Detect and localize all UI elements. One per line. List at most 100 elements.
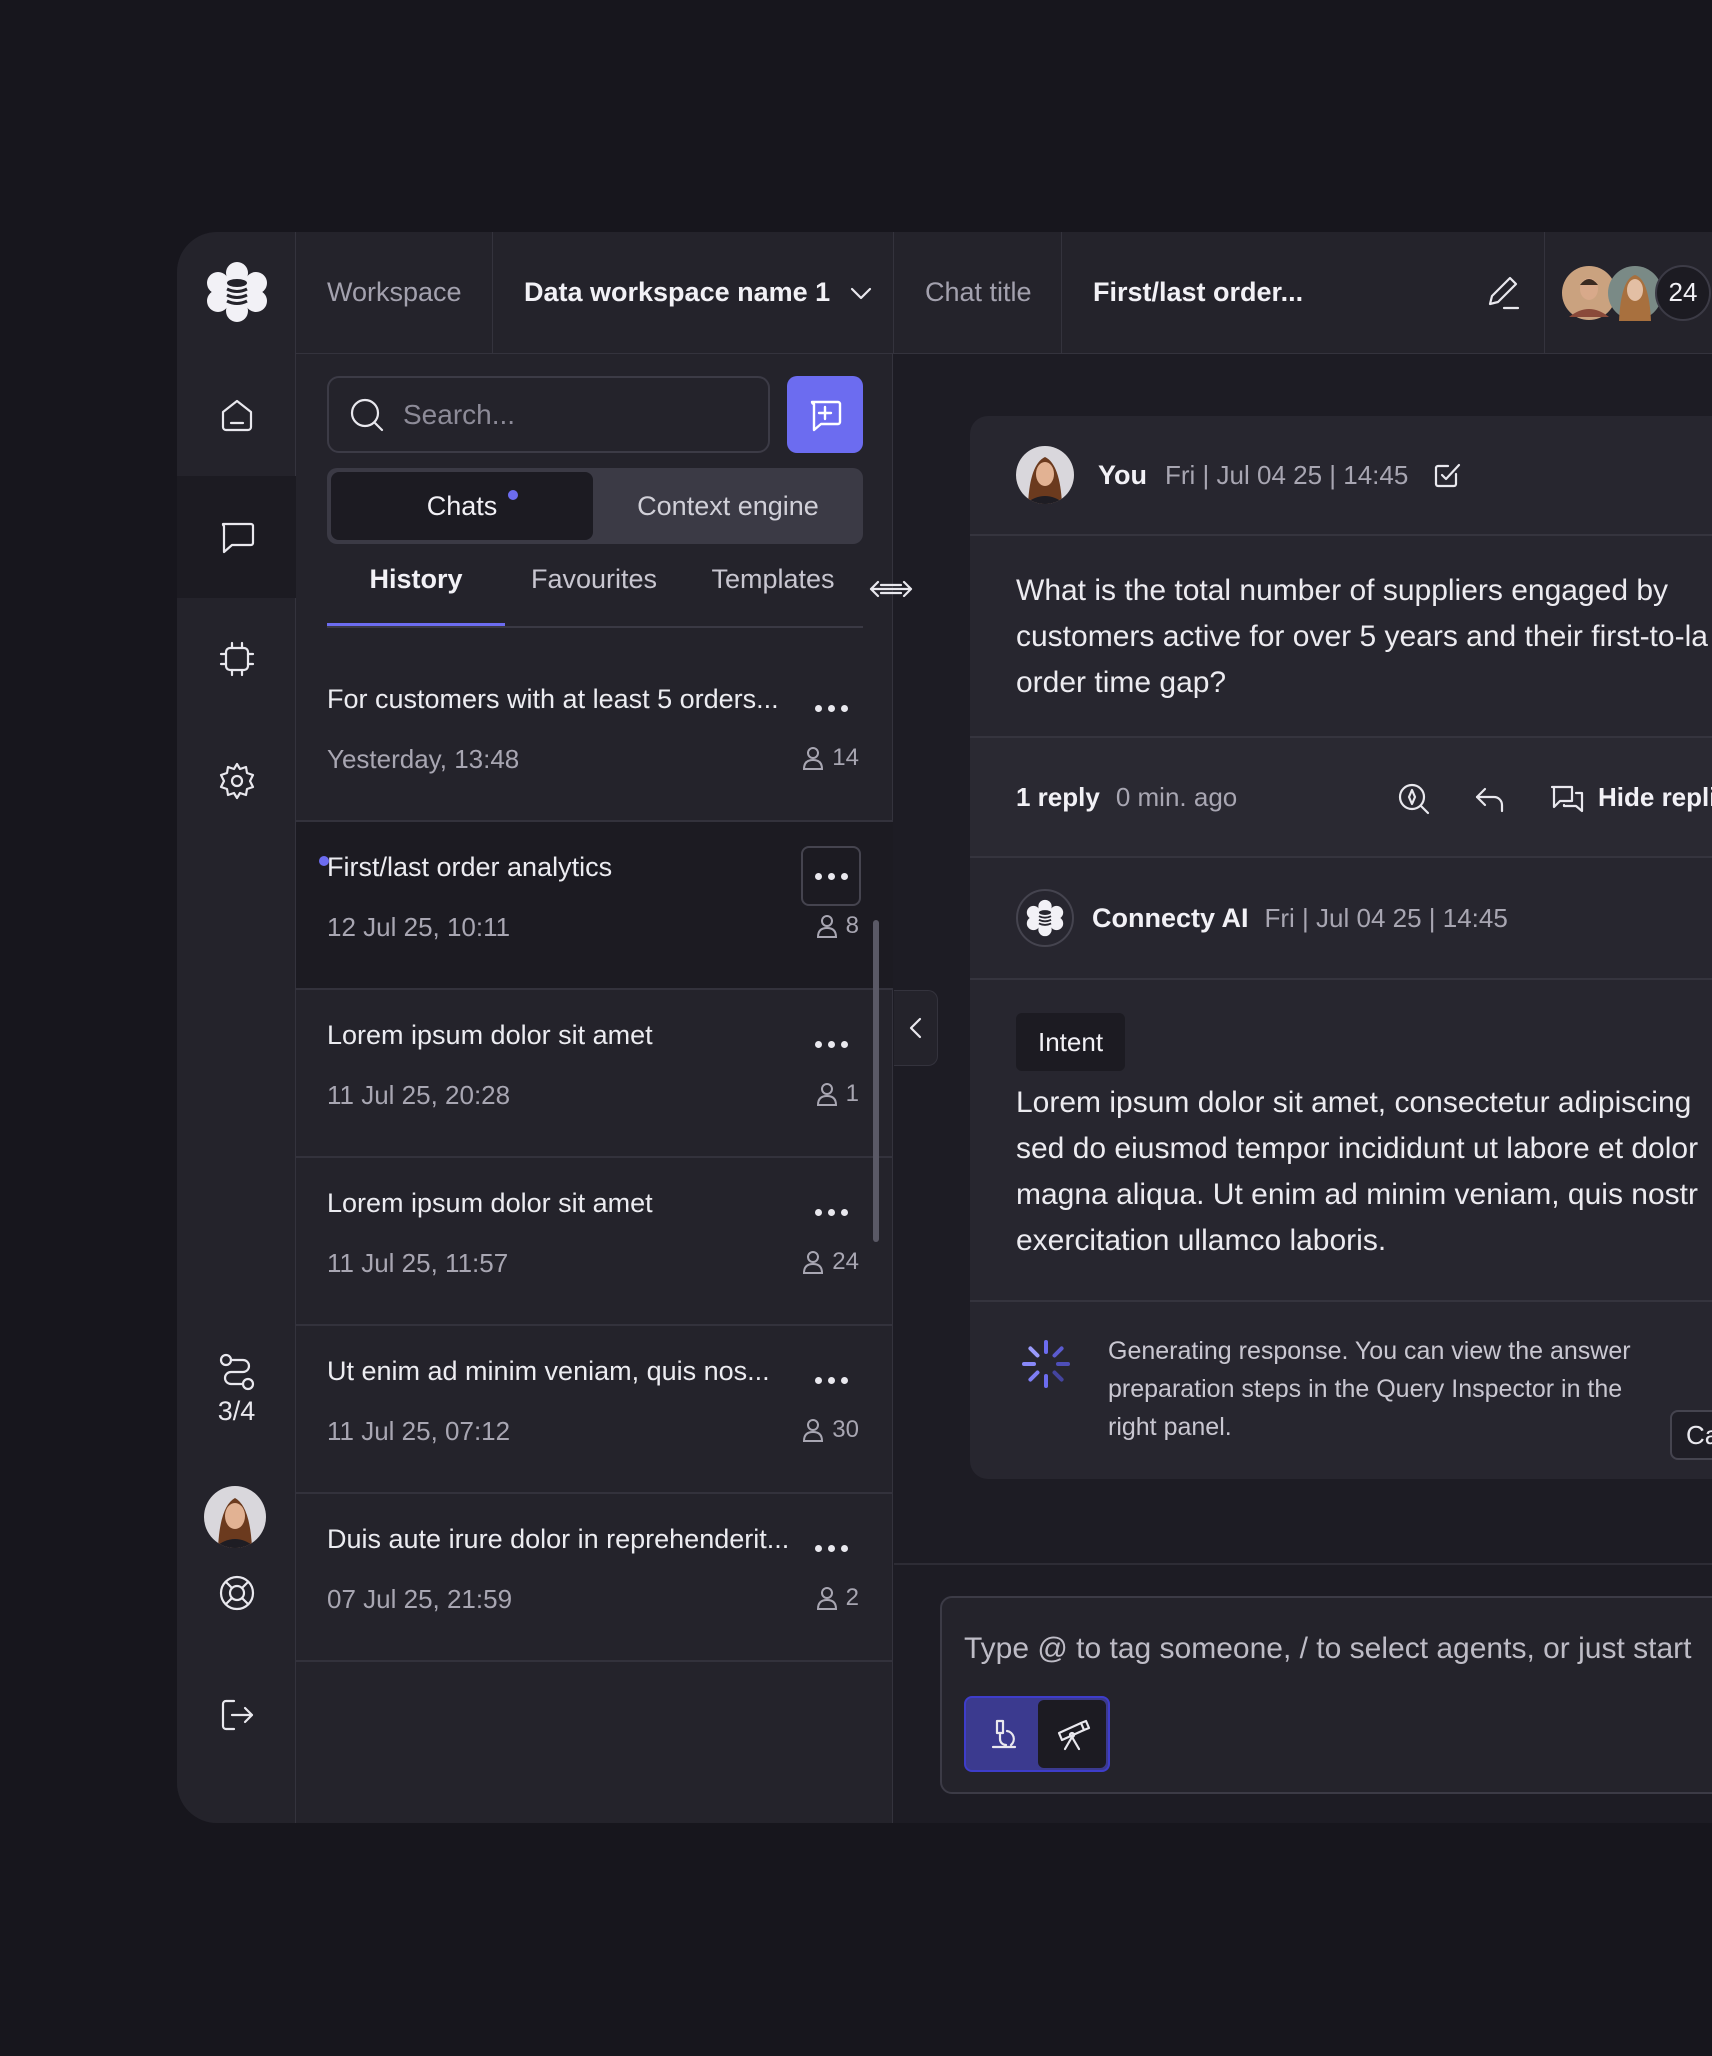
avatar-image bbox=[1016, 446, 1074, 504]
list-item-date: 11 Jul 25, 20:28 bbox=[327, 1080, 511, 1110]
participants-count: 24 bbox=[1655, 264, 1711, 321]
message-author: You bbox=[1098, 459, 1147, 490]
app-window: 3/4 Workspace Data workspace name 1 Chat… bbox=[177, 232, 1712, 1823]
tab-history[interactable]: History bbox=[327, 564, 505, 626]
participants[interactable]: 24 bbox=[1545, 232, 1712, 353]
ai-logo-icon bbox=[1026, 899, 1064, 937]
chevron-down-icon bbox=[851, 287, 872, 299]
generating-status: Generating response. You can view the an… bbox=[970, 1300, 1712, 1479]
chat-title-cell: First/last order... bbox=[1062, 232, 1545, 353]
cancel-button[interactable]: Car bbox=[1670, 1410, 1712, 1460]
list-item-date: 12 Jul 25, 10:11 bbox=[327, 912, 511, 942]
inspect-icon[interactable] bbox=[1396, 781, 1432, 817]
user-message-avatar bbox=[1016, 446, 1074, 504]
workspace-selector[interactable]: Data workspace name 1 bbox=[493, 232, 894, 353]
tab-templates-label: Templates bbox=[711, 564, 835, 594]
user-message-header: You Fri | Jul 04 25 | 14:45 bbox=[970, 416, 1712, 536]
more-options-button[interactable] bbox=[801, 678, 861, 738]
nav-rail: 3/4 bbox=[177, 232, 296, 1823]
list-item-participants: 24 bbox=[800, 1248, 859, 1276]
thread-icon[interactable] bbox=[1548, 781, 1586, 817]
list-item[interactable]: Duis aute irure dolor in reprehenderit..… bbox=[296, 1494, 893, 1662]
question-line: What is the total number of suppliers en… bbox=[1016, 574, 1669, 607]
tab-history-label: History bbox=[369, 564, 463, 594]
list-scrollbar[interactable] bbox=[873, 920, 879, 1242]
list-tabs: History Favourites Templates bbox=[327, 564, 863, 628]
nav-logout[interactable] bbox=[177, 1654, 296, 1776]
generating-text: Generating response. You can view the an… bbox=[1108, 1337, 1631, 1441]
tab-templates[interactable]: Templates bbox=[683, 564, 863, 626]
tab-favourites[interactable]: Favourites bbox=[505, 564, 683, 626]
segment-context-label: Context engine bbox=[637, 490, 819, 521]
list-item-title: For customers with at least 5 orders... bbox=[327, 684, 779, 714]
mode-deep-button[interactable] bbox=[1038, 1700, 1106, 1768]
user-icon bbox=[816, 1083, 837, 1106]
list-item-date: 11 Jul 25, 07:12 bbox=[327, 1416, 511, 1446]
list-item[interactable]: Lorem ipsum dolor sit amet 11 Jul 25, 11… bbox=[296, 1158, 893, 1326]
home-icon bbox=[221, 399, 252, 432]
workspace-label: Workspace bbox=[327, 277, 462, 307]
edit-pencil-icon[interactable] bbox=[1482, 272, 1522, 312]
checkbox-edit-icon[interactable] bbox=[1432, 460, 1462, 490]
user-icon bbox=[803, 747, 824, 770]
chat-title-value: First/last order... bbox=[1093, 277, 1304, 307]
nav-home[interactable] bbox=[177, 354, 296, 476]
top-bar: Workspace Data workspace name 1 Chat tit… bbox=[296, 232, 1712, 354]
logo-icon bbox=[206, 262, 267, 322]
list-item[interactable]: For customers with at least 5 orders... … bbox=[296, 654, 893, 822]
list-item-title: First/last order analytics bbox=[327, 852, 613, 882]
nav-agents[interactable] bbox=[177, 598, 296, 720]
microscope-icon bbox=[991, 1719, 1017, 1749]
brand-logo[interactable] bbox=[177, 232, 296, 352]
collapse-panel-button[interactable] bbox=[894, 990, 938, 1066]
participants-number: 24 bbox=[832, 1248, 859, 1275]
more-options-button[interactable] bbox=[801, 1182, 861, 1242]
hide-replies-button[interactable]: Hide repli bbox=[1598, 782, 1712, 813]
resize-handle-icon[interactable] bbox=[867, 574, 915, 604]
replies-time: 0 min. ago bbox=[1115, 781, 1238, 812]
list-item-participants: 2 bbox=[814, 1584, 859, 1612]
replies-count[interactable]: 1 reply bbox=[1016, 782, 1100, 813]
new-chat-icon bbox=[810, 400, 842, 431]
list-item-title: Lorem ipsum dolor sit amet bbox=[327, 1020, 653, 1050]
chip-icon bbox=[219, 641, 254, 677]
segment-chats[interactable]: Chats bbox=[331, 472, 593, 540]
gear-icon bbox=[219, 762, 254, 800]
more-options-button[interactable] bbox=[801, 1350, 861, 1410]
chat-history-list: For customers with at least 5 orders... … bbox=[296, 654, 893, 1662]
segment-context-engine[interactable]: Context engine bbox=[597, 472, 859, 540]
new-chat-button[interactable] bbox=[787, 376, 863, 453]
chat-title-label-cell: Chat title bbox=[894, 232, 1062, 353]
list-item[interactable]: Lorem ipsum dolor sit amet 11 Jul 25, 20… bbox=[296, 990, 893, 1158]
reply-icon[interactable] bbox=[1472, 781, 1508, 817]
mode-quick-button[interactable] bbox=[970, 1700, 1038, 1768]
user-icon bbox=[816, 1587, 837, 1610]
ai-timestamp: Fri | Jul 04 25 | 14:45 bbox=[1264, 902, 1508, 933]
nav-support[interactable] bbox=[177, 1532, 296, 1654]
mode-toggle bbox=[964, 1696, 1110, 1772]
workflow-steps[interactable]: 3/4 bbox=[177, 1352, 296, 1427]
search-placeholder: Search... bbox=[403, 398, 516, 430]
ai-message-header: Connecty AI Fri | Jul 04 25 | 14:45 bbox=[970, 858, 1712, 980]
participants-number: 8 bbox=[845, 912, 859, 939]
replies-bar: 1 reply 0 min. ago Hide repli bbox=[970, 736, 1712, 858]
message-composer[interactable]: Type @ to tag someone, / to select agent… bbox=[940, 1596, 1712, 1794]
unread-dot bbox=[508, 490, 518, 500]
list-item-date: 11 Jul 25, 11:57 bbox=[327, 1248, 509, 1278]
nav-settings[interactable] bbox=[177, 720, 296, 842]
message-timestamp: Fri | Jul 04 25 | 14:45 bbox=[1165, 459, 1409, 490]
question-line: customers active for over 5 years and th… bbox=[1016, 620, 1708, 653]
participants-number: 1 bbox=[845, 1080, 859, 1107]
user-icon bbox=[803, 1419, 824, 1442]
nav-chats[interactable] bbox=[177, 476, 296, 598]
answer-line: sed do eiusmod tempor incididunt ut labo… bbox=[1016, 1132, 1699, 1165]
more-options-button[interactable] bbox=[801, 846, 861, 906]
list-item-date: Yesterday, 13:48 bbox=[327, 744, 520, 774]
more-options-button[interactable] bbox=[801, 1518, 861, 1578]
route-icon bbox=[219, 1353, 254, 1391]
list-item[interactable]: Ut enim ad minim veniam, quis nos... 11 … bbox=[296, 1326, 893, 1494]
list-item[interactable]: First/last order analytics 12 Jul 25, 10… bbox=[296, 822, 893, 990]
search-input[interactable]: Search... bbox=[327, 376, 770, 453]
list-item-participants: 30 bbox=[800, 1416, 859, 1444]
more-options-button[interactable] bbox=[801, 1014, 861, 1074]
